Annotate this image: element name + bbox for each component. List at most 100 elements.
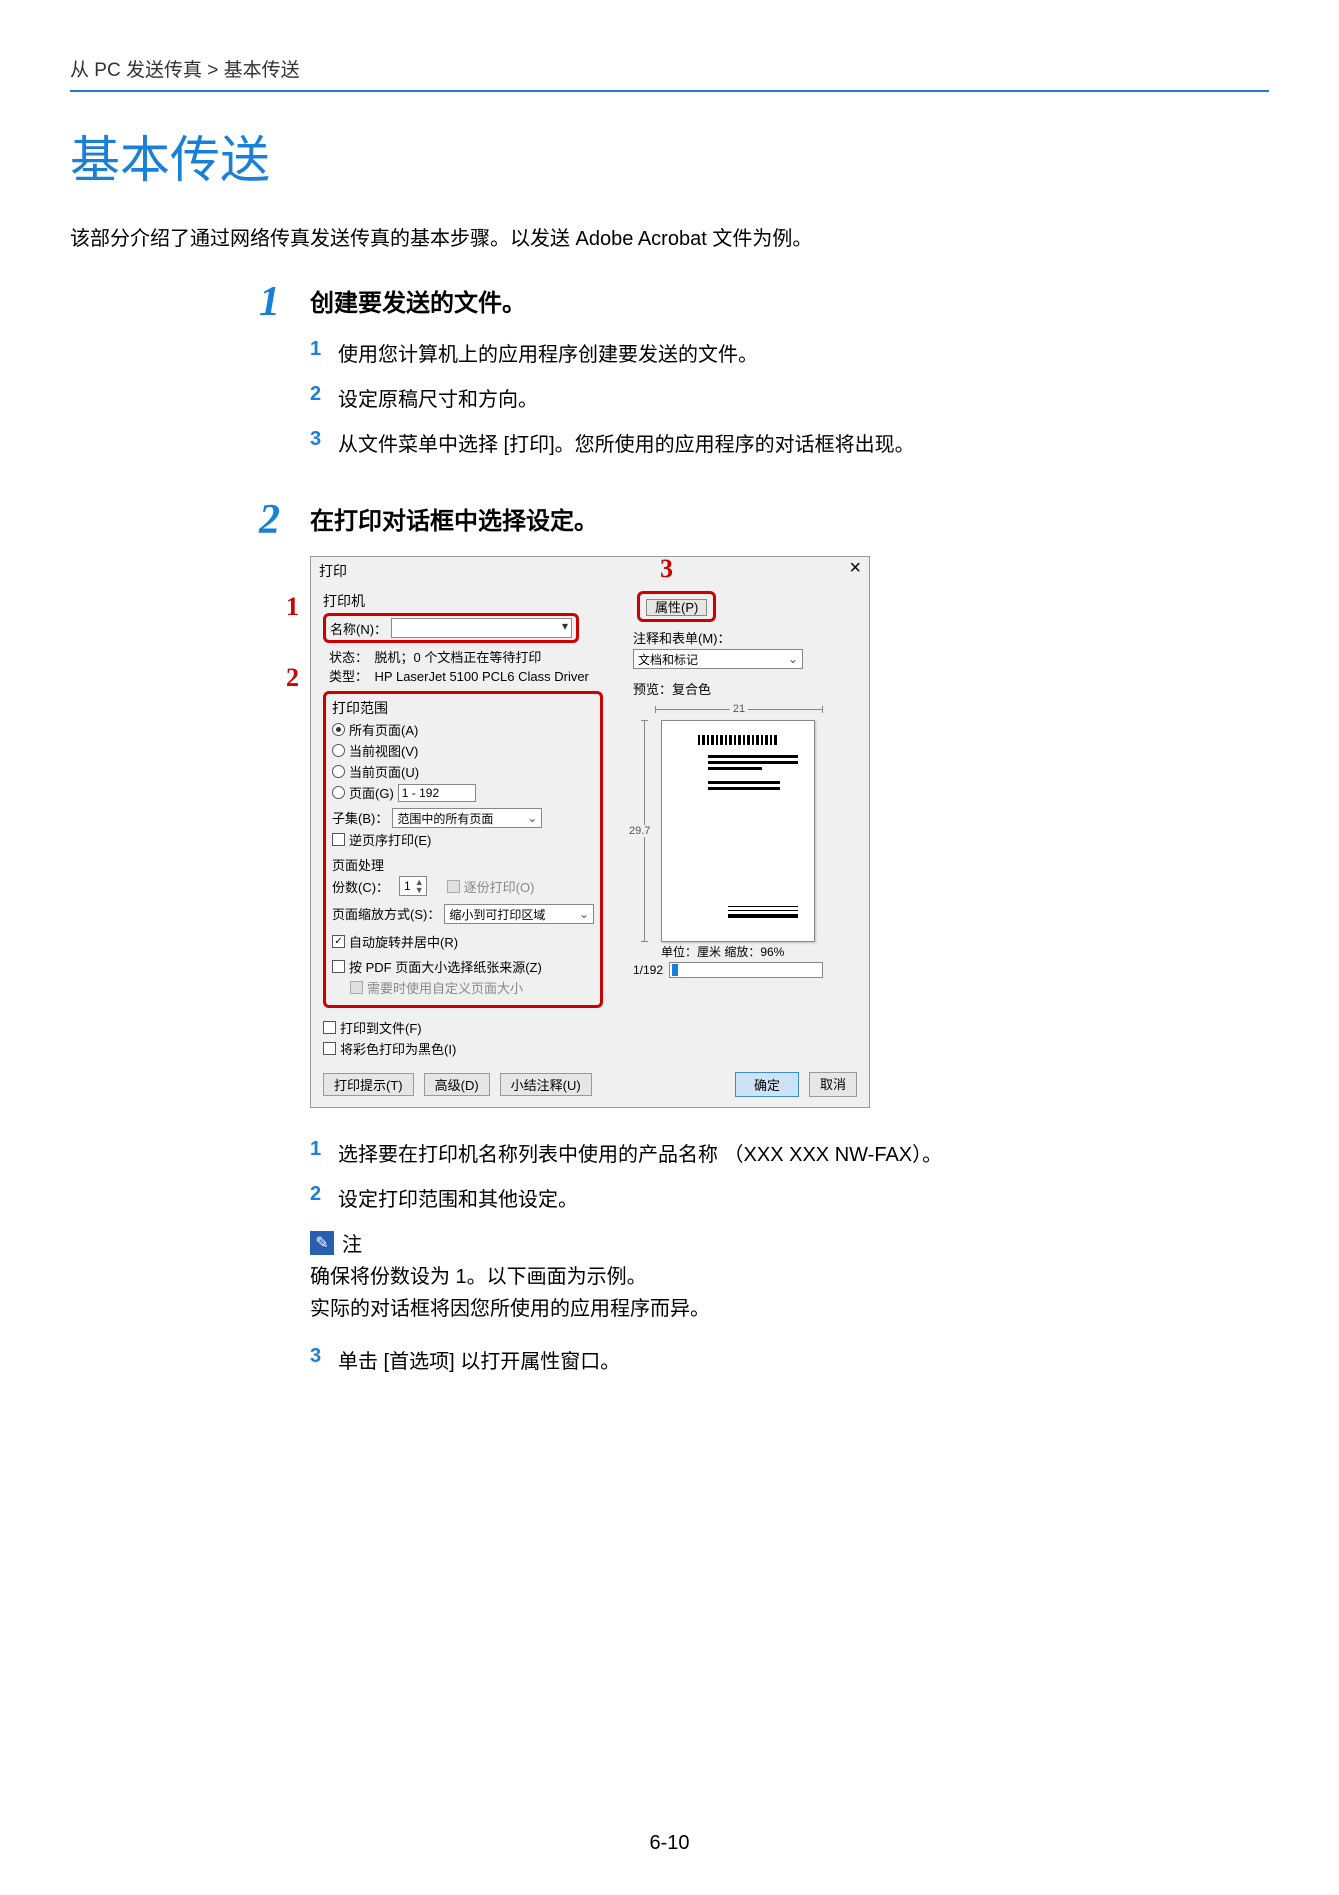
substep-text: 选择要在打印机名称列表中使用的产品名称 （XXX XXX NW-FAX）。 (338, 1138, 1269, 1167)
copies-label: 份数(C)： (332, 877, 389, 896)
breadcrumb: 从 PC 发送传真 > 基本传送 (70, 55, 1269, 82)
checkbox-print-to-file-label: 打印到文件(F) (340, 1018, 422, 1037)
checkbox-reverse[interactable] (332, 833, 345, 846)
step-2-title: 在打印对话框中选择设定。 (310, 501, 1269, 536)
dialog-title: 打印 (319, 561, 347, 581)
cancel-button[interactable]: 取消 (809, 1072, 857, 1097)
name-label: 名称(N)： (330, 619, 387, 638)
note-icon: ✎ (310, 1231, 334, 1255)
radio-pages[interactable] (332, 786, 345, 799)
callout-3: 3 (660, 554, 673, 584)
note-label: 注 (342, 1228, 362, 1257)
page-title: 基本传送 (70, 120, 1269, 192)
step-1-sub-1: 1使用您计算机上的应用程序创建要发送的文件。 (310, 338, 1269, 367)
step-2-number: 2 (259, 497, 280, 543)
ok-button[interactable]: 确定 (735, 1072, 799, 1097)
printer-name-dropdown[interactable] (391, 618, 572, 638)
substep-number: 1 (310, 1138, 338, 1161)
scaling-dropdown[interactable]: 缩小到可打印区域 (444, 904, 594, 924)
print-dialog-illustration: 1 2 3 打印 × 打印机 名称 (310, 556, 1269, 1108)
note-line-2: 实际的对话框将因您所使用的应用程序而异。 (310, 1293, 1269, 1325)
header-rule (70, 90, 1269, 92)
step-1-sub-3: 3从文件菜单中选择 [打印]。您所使用的应用程序的对话框将出现。 (310, 428, 1269, 457)
close-icon[interactable]: × (849, 561, 861, 581)
print-tips-button[interactable]: 打印提示(T) (323, 1073, 414, 1096)
note-box: ✎ 注 确保将份数设为 1。以下画面为示例。 实际的对话框将因您所使用的应用程序… (310, 1228, 1269, 1325)
radio-all-pages[interactable] (332, 723, 345, 736)
page-progress-bar[interactable] (669, 962, 823, 978)
barcode-icon (698, 735, 778, 745)
substep-number: 2 (310, 1183, 338, 1206)
checkbox-print-bw-label: 将彩色打印为黑色(I) (340, 1039, 456, 1058)
intro-text: 该部分介绍了通过网络传真发送传真的基本步骤。以发送 Adobe Acrobat … (70, 222, 1269, 251)
properties-highlight: 属性(P) (637, 591, 716, 622)
print-range-highlight: 打印范围 所有页面(A) 当前视图(V) 当前页面(U) 页面(G) 1 - 1… (323, 691, 603, 1008)
step-1-sub-2: 2设定原稿尺寸和方向。 (310, 383, 1269, 412)
step-2-sub-3: 3单击 [首选项] 以打开属性窗口。 (310, 1345, 1269, 1374)
radio-current-view[interactable] (332, 744, 345, 757)
scaling-value: 缩小到可打印区域 (449, 906, 545, 923)
page-handling-label: 页面处理 (332, 855, 594, 874)
checkbox-pdf-source-label: 按 PDF 页面大小选择纸张来源(Z) (349, 957, 542, 976)
step-1: 1 创建要发送的文件。 1使用您计算机上的应用程序创建要发送的文件。 2设定原稿… (70, 281, 1269, 473)
checkbox-custom-size-label: 需要时使用自定义页面大小 (367, 978, 523, 997)
substep-number: 1 (310, 338, 338, 361)
checkbox-collate-label: 逐份打印(O) (464, 877, 535, 896)
callout-1: 1 (286, 592, 299, 622)
radio-current-page[interactable] (332, 765, 345, 778)
advanced-button[interactable]: 高级(D) (424, 1073, 490, 1096)
print-dialog: 打印 × 打印机 名称(N)： (310, 556, 870, 1108)
substep-number: 3 (310, 428, 338, 451)
step-2: 2 在打印对话框中选择设定。 1 2 3 打印 × 打印机 (70, 499, 1269, 1390)
preview-area: 21 29.7 (633, 702, 823, 972)
comments-label: 注释和表单(M)： (633, 628, 857, 647)
comments-value: 文档和标记 (638, 651, 698, 668)
substep-text: 设定原稿尺寸和方向。 (338, 383, 1269, 412)
step-2-sub-2: 2设定打印范围和其他设定。 (310, 1183, 1269, 1212)
checkbox-collate (447, 880, 460, 893)
status-label: 状态： (329, 650, 362, 665)
callout-2: 2 (286, 663, 299, 693)
comments-dropdown[interactable]: 文档和标记 (633, 649, 803, 669)
ruler-width: 21 (730, 703, 748, 715)
step-2-sub-1: 1选择要在打印机名称列表中使用的产品名称 （XXX XXX NW-FAX）。 (310, 1138, 1269, 1167)
radio-pages-label: 页面(G) (349, 783, 394, 802)
checkbox-print-to-file[interactable] (323, 1021, 336, 1034)
substep-text: 从文件菜单中选择 [打印]。您所使用的应用程序的对话框将出现。 (338, 428, 1269, 457)
type-label: 类型： (329, 669, 362, 684)
copies-value: 1 (404, 879, 411, 893)
range-group-label: 打印范围 (332, 698, 594, 718)
summarize-comments-button[interactable]: 小结注释(U) (500, 1073, 592, 1096)
checkbox-autorotate[interactable] (332, 935, 345, 948)
note-line-1: 确保将份数设为 1。以下画面为示例。 (310, 1261, 1269, 1293)
preview-label: 预览：复合色 (633, 679, 857, 698)
substep-text: 设定打印范围和其他设定。 (338, 1183, 1269, 1212)
pages-input[interactable]: 1 - 192 (398, 784, 476, 802)
step-1-number: 1 (259, 279, 280, 325)
properties-button[interactable]: 属性(P) (646, 599, 707, 616)
checkbox-print-bw[interactable] (323, 1042, 336, 1055)
subset-dropdown[interactable]: 范围中的所有页面 (392, 808, 542, 828)
scaling-label: 页面缩放方式(S)： (332, 904, 440, 923)
substep-text: 使用您计算机上的应用程序创建要发送的文件。 (338, 338, 1269, 367)
checkbox-reverse-label: 逆页序打印(E) (349, 830, 431, 849)
copies-spinner[interactable]: 1▲▼ (399, 876, 427, 896)
page-progress-label: 1/192 (633, 963, 663, 977)
ruler-height: 29.7 (629, 825, 650, 837)
radio-all-pages-label: 所有页面(A) (349, 720, 418, 739)
checkbox-pdf-source[interactable] (332, 960, 345, 973)
substep-number: 2 (310, 383, 338, 406)
checkbox-autorotate-label: 自动旋转并居中(R) (349, 932, 458, 951)
substep-number: 3 (310, 1345, 338, 1368)
page-preview (661, 720, 815, 942)
substep-text: 单击 [首选项] 以打开属性窗口。 (338, 1345, 1269, 1374)
printer-group-label: 打印机 (323, 591, 623, 611)
checkbox-custom-size (350, 981, 363, 994)
radio-current-page-label: 当前页面(U) (349, 762, 419, 781)
printer-name-highlight: 名称(N)： (323, 613, 579, 643)
status-value: 脱机；0 个文档正在等待打印 (375, 650, 542, 665)
page-number: 6-10 (0, 1832, 1339, 1855)
preview-units: 单位：厘米 缩放：96% (661, 943, 815, 960)
step-1-title: 创建要发送的文件。 (310, 283, 1269, 318)
type-value: HP LaserJet 5100 PCL6 Class Driver (375, 669, 589, 684)
